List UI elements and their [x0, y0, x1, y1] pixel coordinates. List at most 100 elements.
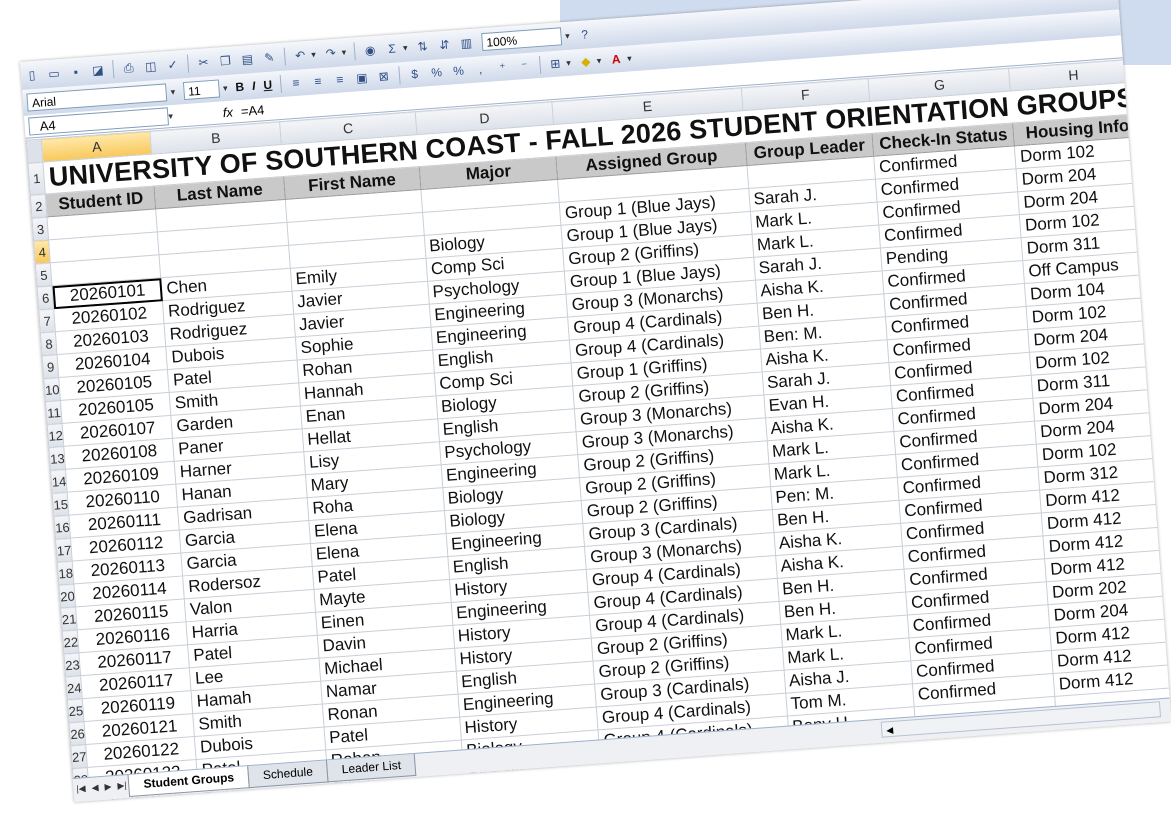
font-size-combo[interactable]: 11: [182, 79, 220, 101]
data-cell[interactable]: [917, 742, 1061, 776]
row-header[interactable]: 27: [70, 744, 88, 769]
data-cell[interactable]: [790, 752, 920, 785]
font-size-value: 11: [187, 83, 202, 99]
row-header[interactable]: 24: [65, 675, 83, 700]
bold-icon[interactable]: B: [235, 80, 245, 95]
insert-function-icon[interactable]: fx: [222, 104, 233, 120]
row-header[interactable]: 11: [45, 400, 63, 425]
previous-sheet-icon[interactable]: ◀: [88, 777, 102, 794]
increase-decimal-icon[interactable]: ⁺: [494, 59, 511, 76]
spreadsheet-window: ▯ ▭ ▪ ◪ ⎙ ◫ ✓ ✂ ❐ ▤ ✎ ↶ ▾ ↷ ▾ ◉ Σ ▾ ⇅ ⇵ …: [20, 0, 1171, 803]
open-folder-icon[interactable]: ▭: [45, 65, 62, 82]
data-cell[interactable]: [464, 775, 604, 803]
formula-input[interactable]: =A4: [240, 102, 265, 119]
toolbar-separator: [398, 66, 401, 85]
format-painter-icon[interactable]: ✎: [261, 49, 278, 66]
font-size-dropdown-icon[interactable]: ▾: [223, 82, 228, 93]
zoom-value: 100%: [485, 33, 518, 50]
sort-descending-icon[interactable]: ⇵: [436, 36, 453, 53]
sort-ascending-icon[interactable]: ⇅: [414, 38, 431, 55]
row-header[interactable]: 5: [35, 262, 53, 287]
row-header[interactable]: 20: [58, 583, 77, 608]
row-header[interactable]: 10: [43, 377, 61, 402]
row-header[interactable]: 23: [63, 652, 82, 677]
row-header[interactable]: 21: [60, 606, 78, 631]
font-color-dropdown-icon[interactable]: ▾: [627, 53, 632, 64]
row-header[interactable]: 4: [33, 239, 51, 264]
borders-icon[interactable]: ⊞: [547, 55, 564, 72]
currency-icon[interactable]: $: [406, 66, 423, 83]
fill-color-dropdown-icon[interactable]: ▾: [596, 55, 601, 66]
toolbar-separator: [186, 54, 190, 73]
new-file-icon[interactable]: ▯: [23, 67, 40, 84]
toolbar-separator: [353, 42, 356, 61]
row-header[interactable]: 14: [50, 469, 68, 494]
autosum-dropdown-icon[interactable]: ▾: [403, 42, 408, 53]
row-header[interactable]: 22: [62, 629, 80, 654]
select-all-corner[interactable]: [26, 139, 44, 164]
toolbar-separator: [279, 74, 282, 93]
align-right-icon[interactable]: ≡: [331, 71, 348, 88]
row-header[interactable]: 17: [55, 538, 73, 563]
borders-dropdown-icon[interactable]: ▾: [566, 57, 571, 68]
row-header[interactable]: 6: [37, 285, 55, 310]
row-header[interactable]: 2: [30, 193, 48, 219]
merge-cells-icon[interactable]: ⊠: [375, 68, 392, 85]
data-cell[interactable]: [1058, 732, 1171, 766]
sheet-tab-leader-list[interactable]: Leader List: [326, 753, 417, 783]
row-header[interactable]: 13: [48, 446, 66, 471]
chart-wizard-icon[interactable]: ▥: [458, 35, 475, 52]
data-cell[interactable]: Ronah: [329, 785, 467, 803]
save-icon[interactable]: ▪: [67, 63, 84, 80]
hyperlink-icon[interactable]: ◉: [362, 42, 379, 59]
percent-icon[interactable]: %: [428, 64, 445, 81]
spelling-icon[interactable]: ✓: [164, 56, 181, 73]
paste-icon[interactable]: ▤: [239, 51, 256, 68]
fill-color-icon[interactable]: ◆: [577, 53, 594, 70]
italic-icon[interactable]: I: [252, 79, 256, 93]
comma-style-icon[interactable]: ,: [472, 61, 489, 78]
toolbar-separator: [538, 55, 542, 74]
cell-table: A B C D E F G H 1 UNIVERSITY OF SOUTHERN COAST - …: [26, 58, 1171, 803]
first-sheet-icon[interactable]: |◀: [73, 778, 89, 795]
font-name-value: Arial: [31, 94, 57, 111]
redo-icon[interactable]: ↷: [322, 45, 339, 62]
print-icon[interactable]: ⎙: [120, 59, 137, 76]
data-cell[interactable]: Hannah: [199, 795, 331, 803]
print-preview-icon[interactable]: ◫: [142, 58, 159, 75]
data-cell[interactable]: [601, 761, 793, 799]
merge-center-icon[interactable]: ▣: [353, 69, 370, 86]
help-icon[interactable]: ?: [576, 26, 593, 43]
toolbar-separator: [283, 47, 286, 66]
row-header[interactable]: 9: [42, 354, 60, 379]
font-name-dropdown-icon[interactable]: ▾: [170, 86, 175, 97]
font-color-icon[interactable]: A: [608, 51, 625, 68]
permission-icon[interactable]: ◪: [89, 62, 106, 79]
copy-icon[interactable]: ❐: [217, 52, 234, 69]
decrease-decimal-icon[interactable]: ⁻: [516, 58, 533, 75]
underline-icon[interactable]: U: [263, 78, 273, 93]
row-header[interactable]: 7: [38, 308, 56, 333]
undo-icon[interactable]: ↶: [292, 47, 309, 64]
percent-style-icon[interactable]: %: [450, 62, 467, 79]
row-header[interactable]: 25: [67, 698, 85, 723]
undo-dropdown-icon[interactable]: ▾: [311, 49, 316, 60]
name-box-dropdown-icon[interactable]: ▾: [168, 110, 173, 121]
row-header[interactable]: 26: [69, 721, 87, 746]
row-header[interactable]: 12: [47, 423, 65, 448]
row-header[interactable]: 15: [52, 492, 70, 517]
align-left-icon[interactable]: ≡: [287, 74, 304, 91]
redo-dropdown-icon[interactable]: ▾: [341, 47, 346, 58]
zoom-dropdown-icon[interactable]: ▾: [565, 30, 570, 41]
zoom-combo[interactable]: 100%: [480, 27, 562, 52]
next-sheet-icon[interactable]: ▶: [101, 776, 115, 793]
worksheet-grid: A B C D E F G H 1 UNIVERSITY OF SOUTHERN COAST - …: [26, 58, 1171, 803]
row-header[interactable]: 3: [31, 216, 50, 241]
row-header[interactable]: 8: [40, 331, 58, 356]
row-header[interactable]: 18: [57, 560, 75, 586]
cut-icon[interactable]: ✂: [195, 54, 212, 71]
sheet-tab-schedule[interactable]: Schedule: [247, 760, 329, 789]
align-center-icon[interactable]: ≡: [309, 73, 326, 90]
autosum-icon[interactable]: Σ: [384, 40, 401, 57]
row-header[interactable]: 16: [53, 515, 71, 540]
